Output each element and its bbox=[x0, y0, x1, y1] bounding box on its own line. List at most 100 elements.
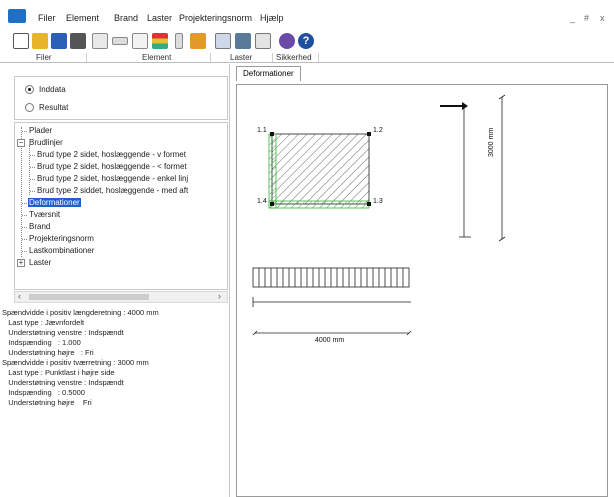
tree-connector bbox=[30, 155, 35, 156]
info-line: Last type : Punktlast i højre side bbox=[2, 368, 115, 377]
tree-item-brud-enkel[interactable]: Brud type 2 sidet, hoslæggende - enkel l… bbox=[37, 174, 188, 183]
info-line: Indspænding : 1.000 bbox=[2, 338, 81, 347]
arrow-head-icon bbox=[462, 102, 468, 110]
menu-laster[interactable]: Laster bbox=[147, 13, 172, 23]
node-label-1-1: 1.1 bbox=[257, 127, 267, 134]
expand-icon[interactable]: + bbox=[17, 259, 25, 267]
save-icon[interactable] bbox=[51, 33, 67, 49]
restore-button[interactable]: # bbox=[584, 13, 589, 23]
tree-item-brud-med[interactable]: Brud type 2 siddet, hoslæggende - med af… bbox=[37, 186, 188, 195]
left-support bbox=[268, 133, 277, 209]
toolbar-group-labels: Filer Element Laster Sikkerhed bbox=[0, 52, 614, 63]
tree-item-brand[interactable]: Brand bbox=[29, 222, 50, 231]
tree-item-brud-v[interactable]: Brud type 2 sidet, hoslæggende - v forme… bbox=[37, 150, 186, 159]
tree-connector bbox=[22, 131, 27, 132]
radio-resultat-label[interactable]: Resultat bbox=[39, 103, 68, 112]
tree-connector bbox=[30, 179, 35, 180]
scroll-right-icon[interactable]: › bbox=[218, 291, 221, 301]
tree-item-tvaersnit[interactable]: Tværsnit bbox=[29, 210, 60, 219]
collapse-icon[interactable]: − bbox=[17, 139, 25, 147]
menu-hjaelp[interactable]: Hjælp bbox=[260, 13, 284, 23]
tree-connector bbox=[30, 167, 35, 168]
info-line: Last type : Jævnfordelt bbox=[2, 318, 85, 327]
panel-icon[interactable] bbox=[190, 33, 206, 49]
node-label-1-3: 1.3 bbox=[373, 198, 383, 205]
info-line: Understøtning højre Fri bbox=[2, 398, 92, 407]
scrollbar-thumb[interactable] bbox=[29, 294, 149, 300]
menu-projekteringsnorm[interactable]: Projekteringsnorm bbox=[179, 13, 252, 23]
horizontal-dimension-label: 4000 mm bbox=[315, 337, 345, 344]
tab-deformationer[interactable]: Deformationer bbox=[236, 66, 301, 81]
toolbar-separator bbox=[272, 53, 273, 62]
info-line: Spændvidde i positiv længderetning : 400… bbox=[2, 308, 159, 317]
toolbar-separator bbox=[318, 53, 319, 62]
tree-connector bbox=[29, 145, 30, 195]
grid-icon[interactable] bbox=[255, 33, 271, 49]
info-line: Understøtning venstre : Indspændt bbox=[2, 328, 124, 337]
drawing-panel: Deformationer 1.1 1.2 1.3 1.4 3000 mm 40… bbox=[234, 64, 608, 497]
plate-drawing bbox=[252, 94, 506, 336]
node-marker bbox=[270, 202, 274, 206]
minimize-button[interactable]: _ bbox=[570, 13, 575, 23]
tree-connector bbox=[22, 239, 27, 240]
menu-element[interactable]: Element bbox=[66, 13, 99, 23]
plate-area bbox=[271, 133, 370, 205]
toolbar-group-filer: Filer bbox=[36, 53, 52, 62]
tree-item-brudlinjer[interactable]: Brudlinjer bbox=[29, 138, 63, 147]
plate-icon[interactable] bbox=[92, 33, 108, 49]
chart-icon[interactable] bbox=[152, 33, 168, 49]
tree-item-laster[interactable]: Laster bbox=[29, 258, 51, 267]
column-icon[interactable] bbox=[175, 33, 183, 49]
node-label-1-2: 1.2 bbox=[373, 127, 383, 134]
toolbar-separator bbox=[210, 53, 211, 62]
vertical-dimension-label: 3000 mm bbox=[488, 127, 495, 157]
beam-icon[interactable] bbox=[112, 37, 128, 45]
toolbar-group-sikkerhed: Sikkerhed bbox=[276, 53, 312, 62]
toolbar: ? bbox=[0, 30, 614, 52]
print-icon[interactable] bbox=[70, 33, 86, 49]
tree-connector bbox=[30, 191, 35, 192]
left-panel: Inddata Resultat Plader − Brudlinjer Bru… bbox=[0, 64, 230, 497]
tree-connector bbox=[22, 227, 27, 228]
bottom-support bbox=[268, 200, 370, 209]
info-line: Spændvidde i positiv tværretning : 3000 … bbox=[2, 358, 149, 367]
tree-item-deformationer[interactable]: Deformationer bbox=[28, 198, 81, 207]
toolbar-group-laster: Laster bbox=[230, 53, 253, 62]
new-file-icon[interactable] bbox=[13, 33, 29, 49]
tree-item-projekteringsnorm[interactable]: Projekteringsnorm bbox=[29, 234, 94, 243]
radio-inddata[interactable] bbox=[25, 85, 34, 94]
info-line: Understøtning venstre : Indspændt bbox=[2, 378, 124, 387]
node-marker bbox=[270, 132, 274, 136]
tree-item-plader[interactable]: Plader bbox=[29, 126, 52, 135]
info-line: Indspænding : 0.5000 bbox=[2, 388, 85, 397]
comment-icon[interactable] bbox=[132, 33, 148, 49]
tree-item-lastkombinationer[interactable]: Lastkombinationer bbox=[29, 246, 94, 255]
node-label-1-4: 1.4 bbox=[257, 198, 267, 205]
menu-brand[interactable]: Brand bbox=[114, 13, 138, 23]
toolbar-separator bbox=[86, 53, 87, 62]
node-marker bbox=[367, 202, 371, 206]
help-icon[interactable]: ? bbox=[298, 33, 314, 49]
monitor-icon[interactable] bbox=[235, 33, 251, 49]
scroll-left-icon[interactable]: ‹ bbox=[18, 291, 21, 301]
radio-inddata-label[interactable]: Inddata bbox=[39, 85, 66, 94]
info-line: Understøtning højre : Fri bbox=[2, 348, 94, 357]
tree-connector bbox=[22, 251, 27, 252]
menu-filer[interactable]: Filer bbox=[38, 13, 56, 23]
close-button[interactable]: x bbox=[600, 13, 605, 23]
safety-icon[interactable] bbox=[279, 33, 295, 49]
app-icon bbox=[8, 9, 26, 23]
radio-resultat[interactable] bbox=[25, 103, 34, 112]
info-panel: Spændvidde i positiv længderetning : 400… bbox=[0, 308, 230, 497]
tree-connector bbox=[22, 203, 27, 204]
element-tree: Plader − Brudlinjer Brud type 2 sidet, h… bbox=[14, 122, 228, 290]
tree-item-brud-lt[interactable]: Brud type 2 sidet, hoslæggende - < forme… bbox=[37, 162, 187, 171]
tree-horizontal-scrollbar[interactable]: ‹ › bbox=[14, 291, 228, 303]
open-folder-icon[interactable] bbox=[32, 33, 48, 49]
node-marker bbox=[367, 132, 371, 136]
load-icon[interactable] bbox=[215, 33, 231, 49]
tree-connector bbox=[22, 215, 27, 216]
mode-selector: Inddata Resultat bbox=[14, 76, 228, 120]
menu-bar: Filer Element Brand Laster Projekterings… bbox=[0, 0, 614, 30]
drawing-canvas[interactable]: 1.1 1.2 1.3 1.4 3000 mm 4000 mm bbox=[236, 84, 608, 497]
